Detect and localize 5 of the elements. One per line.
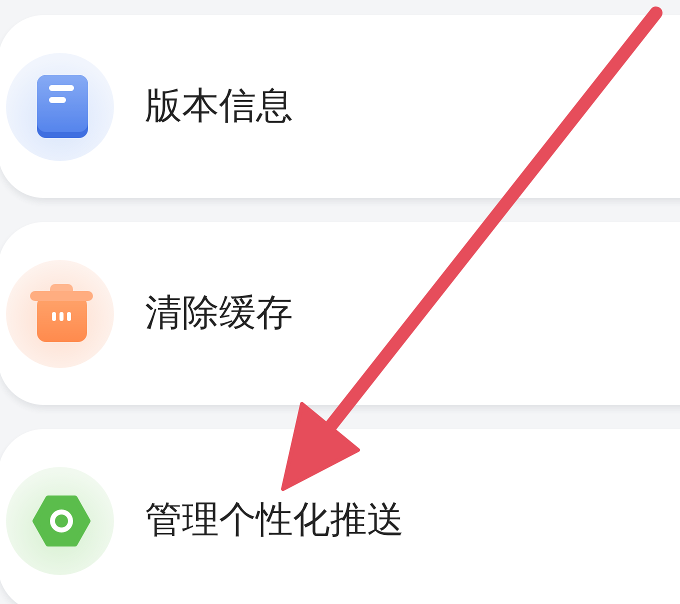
settings-item[interactable]: 清除缓存 (0, 222, 680, 405)
trash-icon (6, 260, 114, 368)
settings-item[interactable]: 版本信息 (0, 15, 680, 198)
settings-item[interactable]: 管理个性化推送 (0, 429, 680, 604)
document-icon (6, 52, 114, 160)
